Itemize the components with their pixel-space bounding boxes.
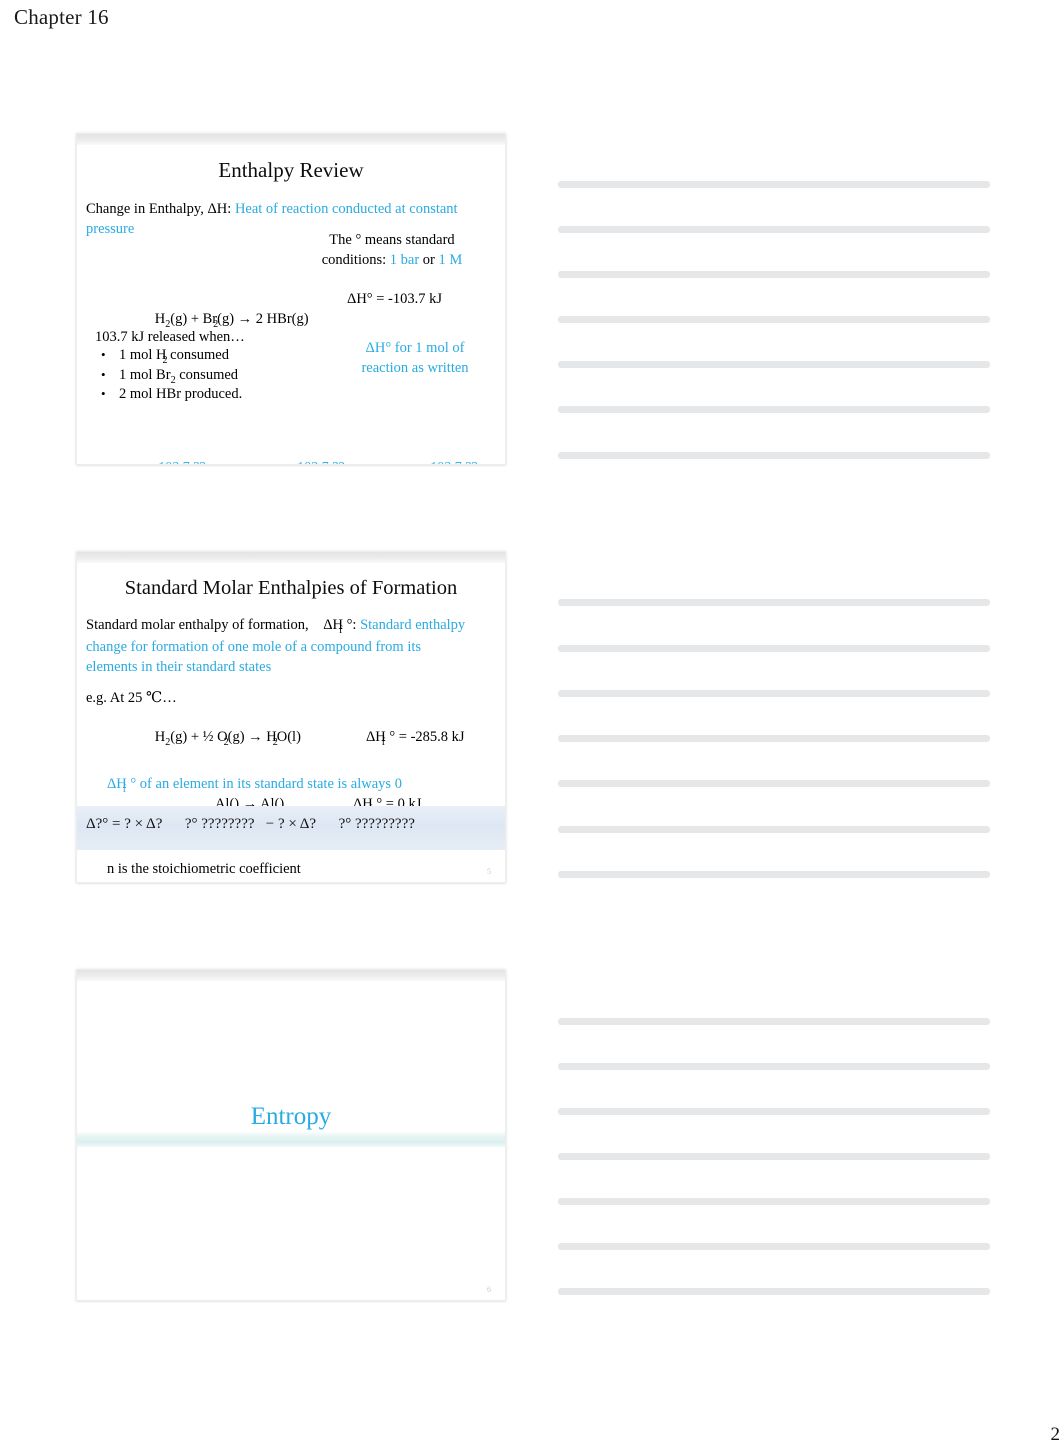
definition-paragraph: Standard molar enthalpy of formation, ΔH… — [86, 615, 476, 677]
note-line — [558, 452, 990, 459]
hess-law-equation: Δ?° = ? × Δ? ?° ???????? − ? × Δ? ?° ???… — [86, 816, 415, 832]
note-line — [558, 406, 990, 413]
slide-title: Enthalpy Review — [218, 158, 364, 182]
stoichiometric-footnote: n is the stoichiometric coefficient — [107, 861, 301, 877]
example-intro: e.g. At 25 ℃… — [86, 690, 177, 706]
section-title: Entropy — [250, 1103, 332, 1130]
conversion-fraction: −103.7 ?? 1 ??? ??2 — [252, 420, 382, 464]
callout-line-2: reaction as written — [361, 360, 469, 376]
note-line — [558, 826, 990, 833]
list-item: 1 mol H2 consumed — [95, 345, 242, 366]
note-line — [558, 1063, 990, 1070]
slide-top-bar — [77, 134, 505, 145]
standard-conditions-note: The ° means standard conditions: 1 bar o… — [297, 230, 487, 270]
conversion-factor-row: −103.7 ?? 1 ??? ?2 −103.7 ?? 1 ??? ??2 −… — [77, 420, 505, 464]
note-line — [558, 361, 990, 368]
note-line — [558, 1288, 990, 1295]
note-line — [558, 1198, 990, 1205]
note-line — [558, 181, 990, 188]
list-item: 1 mol Br2 consumed — [95, 365, 242, 385]
callout-line-1: ΔH° for 1 mol of — [365, 340, 465, 356]
note-line — [558, 1018, 990, 1025]
section-divider-band — [77, 1131, 505, 1147]
slide-title: Standard Molar Enthalpies of Formation — [124, 577, 458, 599]
page-number: 2 — [1050, 1424, 1061, 1445]
reaction-enthalpy-value: ΔH° = -103.7 kJ — [347, 291, 442, 307]
slide-content: Entropy 6 — [77, 981, 505, 1300]
standard-note-value-1: 1 bar — [389, 252, 420, 268]
fraction-numerator: −103.7 ?? — [252, 458, 382, 464]
consumption-bullet-list: 1 mol H2 consumed 1 mol Br2 consumed 2 m… — [95, 345, 242, 404]
definition-label: Standard molar enthalpy of formation, — [86, 617, 309, 633]
note-line — [558, 735, 990, 742]
note-line — [558, 871, 990, 878]
slide-number: 6 — [487, 1285, 491, 1294]
released-heading: 103.7 kJ released when… — [95, 329, 245, 345]
page-title: Chapter 16 — [14, 5, 109, 29]
note-line — [558, 690, 990, 697]
hess-law-equation-box: Δ?° = ? × Δ? ?° ???????? − ? × Δ? ?° ???… — [77, 806, 505, 850]
note-line — [558, 226, 990, 233]
fraction-numerator: −103.7 ?? — [113, 458, 243, 464]
note-line — [558, 316, 990, 323]
conversion-fraction: −103.7 ?? 1 ??? ?2 — [113, 420, 243, 464]
slide-top-bar — [77, 552, 505, 563]
slide-number: 5 — [487, 867, 491, 876]
conversion-fraction: −103.7 ?? 2 ??? ???4 — [385, 420, 505, 464]
slide-enthalpy-review[interactable]: Enthalpy Review Change in Enthalpy, ΔH: … — [76, 133, 506, 465]
note-line — [558, 780, 990, 787]
note-line — [558, 1108, 990, 1115]
fraction-numerator: −103.7 ?? — [385, 458, 505, 464]
standard-note-line-1: The ° means standard — [329, 232, 455, 248]
definition-label: Change in Enthalpy, ΔH: — [86, 201, 232, 217]
definition-symbol: ΔHf °: — [323, 617, 357, 636]
standard-note-or: or — [419, 252, 439, 268]
slide-content: Enthalpy Review Change in Enthalpy, ΔH: … — [77, 145, 505, 464]
slide-top-bar — [77, 970, 505, 981]
standard-note-prefix: conditions: — [321, 252, 390, 268]
slide-standard-molar-enthalpies[interactable]: Standard Molar Enthalpies of Formation S… — [76, 551, 506, 883]
note-line — [558, 1243, 990, 1250]
standard-note-value-2: 1 M — [438, 252, 463, 268]
note-line — [558, 599, 990, 606]
slide-content: Standard Molar Enthalpies of Formation S… — [77, 563, 505, 882]
slide-entropy-section[interactable]: Entropy 6 — [76, 969, 506, 1301]
enthalpy-callout: ΔH° for 1 mol of reaction as written — [345, 338, 485, 378]
note-line — [558, 1153, 990, 1160]
note-line — [558, 271, 990, 278]
note-line — [558, 645, 990, 652]
list-item: 2 mol HBr produced. — [95, 384, 242, 404]
